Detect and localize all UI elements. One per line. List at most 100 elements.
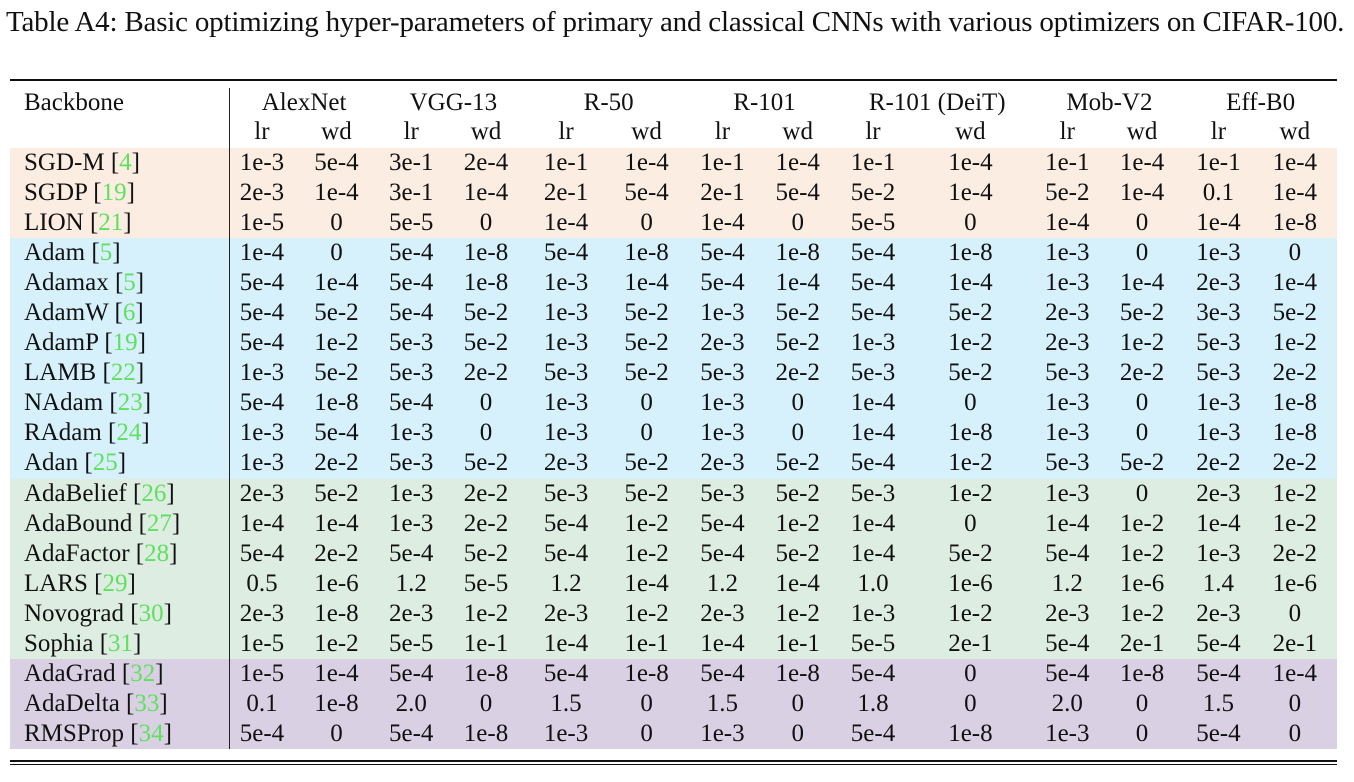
optimizer-name: AdaFactor	[24, 539, 130, 567]
lr-value: 1e-3	[378, 478, 444, 509]
lr-value: 5e-3	[1034, 358, 1100, 389]
citation-link[interactable]: 33	[134, 690, 159, 717]
wd-value: 0	[906, 208, 1035, 239]
wd-value: 1e-8	[294, 388, 379, 419]
citation-link[interactable]: 23	[118, 389, 143, 416]
lr-value: 5e-4	[839, 448, 907, 479]
wd-value: 0	[906, 688, 1035, 719]
wd-value: 1e-2	[294, 328, 379, 359]
lr-value: 5e-3	[839, 478, 907, 509]
citation-link[interactable]: 31	[108, 630, 133, 657]
wd-value: 1e-4	[1099, 148, 1185, 179]
bracket-open: [	[108, 269, 124, 297]
lr-value: 1.2	[689, 568, 756, 599]
citation-link[interactable]: 5	[123, 269, 136, 296]
wd-value: 5e-2	[755, 298, 840, 329]
bottom-rule	[10, 760, 1337, 762]
wd-value: 1e-2	[1252, 508, 1337, 539]
bracket-close: ]	[166, 479, 175, 507]
lr-value: 5e-4	[378, 268, 444, 299]
optimizer-name: Sophia	[24, 629, 94, 657]
table-row: AdamW [6] 5e-4 5e-2 5e-4 5e-2 1e-3 5e-2 1e-3 5e-…	[10, 298, 1337, 329]
optimizer-cell: AdaFactor [28]	[10, 538, 230, 569]
lr-value: 1e-3	[528, 268, 604, 299]
lr-value: 1e-3	[1034, 268, 1100, 299]
subcol-lr: lr	[714, 118, 731, 145]
bracket-open: [	[87, 179, 102, 207]
wd-value: 0	[294, 238, 379, 269]
backbone-header: R-50	[583, 89, 634, 116]
wd-value: 1e-2	[755, 508, 840, 539]
citation-link[interactable]: 34	[139, 720, 164, 747]
lr-value: 2e-1	[528, 178, 604, 209]
wd-value: 1e-8	[294, 598, 379, 629]
citation-link[interactable]: 4	[119, 149, 132, 176]
wd-value: 0	[1252, 238, 1337, 269]
optimizer-name: Adam	[24, 239, 86, 267]
wd-value: 1e-8	[443, 658, 529, 689]
citation-link[interactable]: 24	[116, 419, 141, 446]
wd-value: 5e-2	[294, 358, 379, 389]
bracket-close: ]	[137, 329, 146, 357]
wd-value: 1e-4	[1252, 658, 1337, 689]
table-row: SGD-M [4] 1e-3 5e-4 3e-1 2e-4 1e-1 1e-4 1e-1 1e-…	[10, 148, 1337, 179]
lr-value: 1e-5	[229, 658, 295, 689]
wd-value: 1e-2	[1252, 478, 1337, 509]
lr-value: 1e-1	[1184, 148, 1253, 179]
citation-link[interactable]: 30	[139, 600, 164, 627]
wd-value: 1e-4	[755, 148, 840, 179]
optimizer-cell: AdamP [19]	[10, 328, 230, 359]
lr-value: 5e-4	[689, 268, 756, 299]
lr-value: 5e-3	[1184, 328, 1253, 359]
lr-value: 1.2	[378, 568, 444, 599]
lr-value: 2e-3	[1184, 478, 1253, 509]
optimizer-cell: SGD-M [4]	[10, 148, 230, 179]
wd-value: 1e-2	[1099, 538, 1185, 569]
table-row: Sophia [31] 1e-5 1e-2 5e-5 1e-1 1e-4 1e-1 1e-4 1…	[10, 628, 1337, 659]
citation-link[interactable]: 21	[98, 209, 123, 236]
wd-value: 1e-4	[906, 148, 1035, 179]
lr-value: 5e-4	[1184, 658, 1253, 689]
citation-link[interactable]: 25	[93, 449, 118, 476]
lr-value: 5e-4	[378, 538, 444, 569]
wd-value: 0	[755, 718, 840, 749]
citation-link[interactable]: 6	[123, 299, 136, 326]
wd-value: 0	[1252, 598, 1337, 629]
citation-link[interactable]: 19	[113, 329, 138, 356]
table-row: RMSProp [34] 5e-4 0 5e-4 1e-8 1e-3 0 1e-3 0 5e-4 1…	[10, 718, 1337, 749]
subcol-wd: wd	[321, 118, 352, 145]
lr-value: 5e-4	[1034, 658, 1100, 689]
citation-link[interactable]: 5	[100, 239, 113, 266]
wd-value: 5e-2	[906, 538, 1035, 569]
wd-value: 2e-2	[755, 358, 840, 389]
wd-value: 0	[1099, 418, 1185, 449]
wd-value: 1e-4	[1099, 178, 1185, 209]
citation-link[interactable]: 26	[141, 480, 166, 507]
lr-value: 1e-3	[528, 328, 604, 359]
row-header-blank	[10, 117, 230, 148]
wd-value: 1e-4	[1099, 268, 1185, 299]
lr-value: 1e-3	[689, 718, 756, 749]
bracket-open: [	[119, 689, 135, 717]
wd-value: 5e-2	[1099, 448, 1185, 479]
optimizer-cell: AdaBound [27]	[10, 508, 230, 539]
lr-value: 2e-3	[1184, 268, 1253, 299]
lr-value: 1e-3	[378, 418, 444, 449]
citation-link[interactable]: 22	[111, 359, 136, 386]
citation-link[interactable]: 19	[102, 179, 127, 206]
optimizer-name: LARS	[24, 569, 88, 597]
citation-link[interactable]: 28	[144, 540, 169, 567]
wd-value: 1e-2	[294, 628, 379, 659]
citation-link[interactable]: 32	[130, 660, 155, 687]
lr-value: 5e-4	[689, 508, 756, 539]
optimizer-cell: SGDP [19]	[10, 178, 230, 209]
bracket-close: ]	[163, 599, 172, 627]
citation-link[interactable]: 29	[102, 570, 127, 597]
lr-value: 1e-4	[839, 418, 907, 449]
table-row: AdaBound [27] 1e-4 1e-4 1e-3 2e-2 5e-4 1e-2 5e-…	[10, 508, 1337, 539]
citation-link[interactable]: 27	[147, 510, 172, 537]
optimizer-name: SGD-M	[24, 149, 105, 177]
lr-value: 5e-3	[1184, 358, 1253, 389]
subcol-wd: wd	[782, 118, 813, 145]
wd-value: 0	[1099, 718, 1185, 749]
